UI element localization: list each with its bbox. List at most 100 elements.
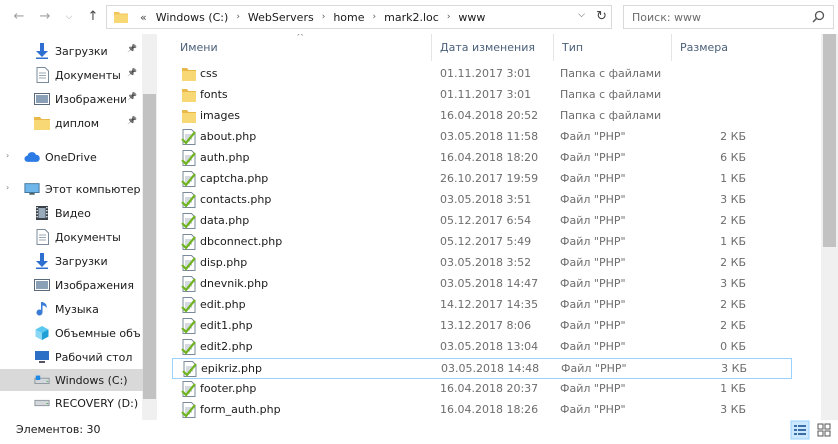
file-row[interactable]: dnevnik.php 03.05.2018 14:47 Файл "PHP" 3 К… [172, 274, 792, 295]
pictures-icon [34, 277, 50, 293]
sidebar-scrollbar[interactable] [142, 34, 157, 420]
sidebar-item-14[interactable]: Windows (C:) [0, 369, 143, 391]
forward-arrow-icon[interactable]: → [36, 8, 54, 26]
file-row[interactable]: edit2.php 03.05.2018 13:04 Файл "PHP" 0 КБ [172, 337, 792, 358]
file-row[interactable]: edit.php 14.12.2017 14:35 Файл "PHP" 2 КБ [172, 295, 792, 316]
file-row[interactable]: epikriz.php 03.05.2018 14:48 Файл "PHP" 3 К… [172, 358, 792, 379]
pin-icon[interactable]: 📌 [127, 116, 137, 125]
file-row[interactable]: css 01.11.2017 3:01 Папка с файлами [172, 64, 792, 85]
sidebar-scrollbar-thumb[interactable] [143, 94, 156, 399]
file-row[interactable]: about.php 03.05.2018 11:58 Файл "PHP" 2 КБ [172, 127, 792, 148]
sidebar-item-5[interactable]: OneDrive › [0, 146, 142, 168]
column-header-size-label: Размера [680, 41, 729, 54]
file-row[interactable]: data.php 05.12.2017 6:54 Файл "PHP" 2 КБ [172, 211, 792, 232]
breadcrumb-separator-icon[interactable]: › [373, 12, 377, 22]
pin-icon[interactable]: 📌 [127, 44, 137, 53]
column-header-type[interactable]: Тип [553, 34, 671, 61]
file-size: 1 КБ [720, 172, 746, 185]
pin-icon[interactable]: 📌 [127, 68, 137, 77]
breadcrumb-item[interactable]: Windows (C:) [156, 11, 229, 24]
sidebar-item-6[interactable]: Этот компьютер › [0, 178, 142, 200]
back-arrow-icon[interactable]: ← [10, 8, 28, 26]
file-row[interactable]: edit1.php 13.12.2017 8:06 Файл "PHP" 2 КБ [172, 316, 792, 337]
expand-chevron-icon[interactable]: › [6, 183, 9, 192]
folder-icon [114, 12, 128, 23]
breadcrumb-overflow[interactable]: « [140, 11, 147, 24]
breadcrumb-separator-icon[interactable]: › [322, 12, 326, 22]
file-row[interactable]: fonts 01.11.2017 3:01 Папка с файлами [172, 85, 792, 106]
refresh-icon[interactable]: ↻ [596, 9, 607, 24]
column-header-size[interactable]: Размера [671, 34, 761, 61]
file-type: Файл "PHP" [560, 277, 626, 290]
column-header-date[interactable]: Дата изменения [431, 34, 553, 61]
file-date: 14.12.2017 14:35 [440, 298, 539, 311]
sidebar-item-2[interactable]: Документы 📌 [0, 64, 142, 86]
file-type: Файл "PHP" [560, 382, 626, 395]
address-dropdown-icon[interactable]: ⌵ [578, 10, 585, 20]
breadcrumb-item[interactable]: www [458, 11, 485, 24]
breadcrumb-separator-icon[interactable]: › [447, 12, 451, 22]
column-header-date-label: Дата изменения [440, 41, 535, 54]
column-header-name[interactable]: Имени [172, 34, 435, 61]
search-input[interactable] [632, 10, 802, 24]
file-list-scrollbar-thumb[interactable] [823, 34, 836, 247]
sidebar-item-11[interactable]: Музыка [0, 298, 142, 320]
file-size: 2 КБ [720, 256, 746, 269]
file-row[interactable]: dbconnect.php 05.12.2017 5:49 Файл "PHP" 1 … [172, 232, 792, 253]
details-view-icon[interactable] [790, 420, 810, 440]
file-type: Папка с файлами [560, 67, 662, 80]
file-type: Файл "PHP" [560, 298, 626, 311]
file-name: auth.php [200, 151, 250, 164]
sidebar-item-4[interactable]: диплом 📌 [0, 112, 142, 134]
sidebar-item-13[interactable]: Рабочий стол [0, 346, 142, 368]
sidebar-item-7[interactable]: Видео [0, 202, 142, 224]
sidebar-item-12[interactable]: Объемные объ [0, 322, 142, 344]
desktop-icon [34, 349, 50, 365]
document-icon [34, 229, 50, 245]
breadcrumb-separator-icon[interactable]: › [236, 12, 240, 22]
file-date: 01.11.2017 3:01 [440, 67, 532, 80]
file-row[interactable]: contacts.php 03.05.2018 3:51 Файл "PHP" 3 К… [172, 190, 792, 211]
search-box[interactable] [623, 5, 834, 29]
folder-icon [34, 115, 50, 131]
file-row[interactable]: images 16.04.2018 20:52 Папка с файлами [172, 106, 792, 127]
sidebar-item-3[interactable]: Изображени 📌 [0, 88, 142, 110]
sidebar-item-8[interactable]: Документы [0, 226, 142, 248]
search-icon[interactable] [812, 10, 825, 23]
sidebar-item-1[interactable]: Загрузки 📌 [0, 40, 142, 62]
sidebar-item-10[interactable]: Изображения [0, 274, 142, 296]
file-name: fonts [200, 88, 228, 101]
file-row[interactable]: form_auth.php 16.04.2018 18:26 Файл "PHP" 3… [172, 400, 792, 420]
sidebar-item-9[interactable]: Загрузки [0, 250, 142, 272]
breadcrumb-item[interactable]: WebServers [248, 11, 314, 24]
file-date: 05.12.2017 6:54 [440, 214, 532, 227]
sidebar-item-label: Музыка [55, 302, 99, 316]
breadcrumb-item[interactable]: home [333, 11, 364, 24]
sidebar-item-15[interactable]: RECOVERY (D:) [0, 392, 142, 414]
pin-icon[interactable]: 📌 [127, 92, 137, 101]
expand-chevron-icon[interactable]: › [6, 151, 9, 160]
cloud-icon [24, 149, 40, 165]
sidebar-item-label: Объемные объ [55, 326, 141, 340]
file-row[interactable]: auth.php 16.04.2018 18:20 Файл "PHP" 6 КБ [172, 148, 792, 169]
file-type: Файл "PHP" [560, 319, 626, 332]
large-icons-view-icon[interactable] [814, 420, 834, 440]
file-name: contacts.php [200, 193, 272, 206]
breadcrumb-item[interactable]: mark2.loc [384, 11, 439, 24]
file-type: Файл "PHP" [560, 403, 626, 416]
file-row[interactable]: footer.php 16.04.2018 20:37 Файл "PHP" 1 КБ [172, 379, 792, 400]
file-row[interactable]: captcha.php 26.10.2017 19:59 Файл "PHP" 1 К… [172, 169, 792, 190]
sidebar-item-label: OneDrive [45, 150, 97, 164]
windows-drive-icon [34, 372, 50, 388]
file-list: ^ Имени Дата изменения Тип Размера css 01… [172, 34, 821, 420]
file-name: dnevnik.php [200, 277, 269, 290]
file-row[interactable]: disp.php 03.05.2018 3:52 Файл "PHP" 2 КБ [172, 253, 792, 274]
recent-locations-chevron-icon[interactable]: ⌵ [60, 8, 78, 26]
file-list-scrollbar[interactable] [821, 34, 838, 420]
sidebar-item-label: Изображени [55, 92, 126, 106]
file-type: Файл "PHP" [560, 214, 626, 227]
up-arrow-icon[interactable]: ↑ [84, 8, 102, 26]
file-size: 2 КБ [720, 214, 746, 227]
file-name: dbconnect.php [200, 235, 283, 248]
address-bar[interactable]: « Windows (C:) › WebServers › home › mark2.loc… [106, 5, 612, 29]
